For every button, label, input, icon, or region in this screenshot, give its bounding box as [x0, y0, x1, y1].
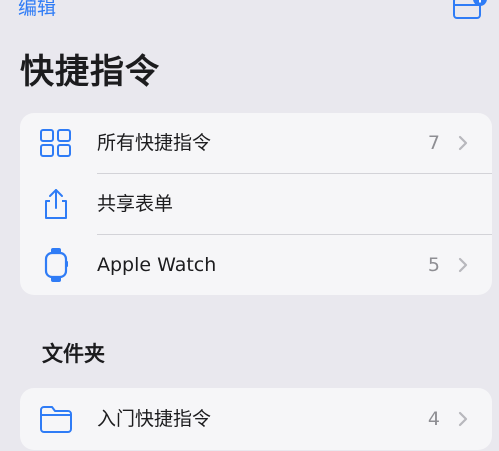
list-item-apple-watch[interactable]: Apple Watch 5 [20, 235, 492, 295]
folder-badge-plus-icon [453, 0, 487, 19]
new-folder-button[interactable] [452, 0, 488, 24]
list-item-share-sheet[interactable]: 共享表单 [20, 174, 492, 234]
item-count: 5 [427, 254, 440, 276]
chevron-right-icon [458, 135, 468, 151]
library-list: 所有快捷指令 7 共享表单 Apple Watch 5 [20, 113, 492, 295]
grid-icon [39, 126, 73, 160]
section-title-folders: 文件夹 [42, 342, 105, 366]
item-count: 7 [427, 132, 440, 154]
list-item-all-shortcuts[interactable]: 所有快捷指令 7 [20, 113, 492, 173]
list-item-starter-shortcuts[interactable]: 入门快捷指令 4 [20, 388, 492, 450]
chevron-right-icon [458, 257, 468, 273]
edit-button[interactable]: 编辑 [18, 0, 56, 20]
shortcuts-screen: 编辑 快捷指令 所有快捷指令 7 共享表单 Apple Watch 5 文件夹 … [0, 0, 499, 451]
list-item-label: 共享表单 [97, 193, 174, 215]
apple-watch-icon [39, 248, 73, 282]
page-title: 快捷指令 [20, 52, 160, 92]
item-count: 4 [427, 408, 440, 430]
chevron-right-icon [458, 411, 468, 427]
share-icon [39, 187, 73, 221]
top-toolbar: 编辑 [0, 0, 499, 30]
list-item-label: 所有快捷指令 [97, 132, 212, 154]
folders-list: 入门快捷指令 4 [20, 388, 492, 450]
list-item-label: Apple Watch [97, 254, 217, 276]
list-item-label: 入门快捷指令 [97, 408, 212, 430]
folder-icon [39, 402, 73, 436]
